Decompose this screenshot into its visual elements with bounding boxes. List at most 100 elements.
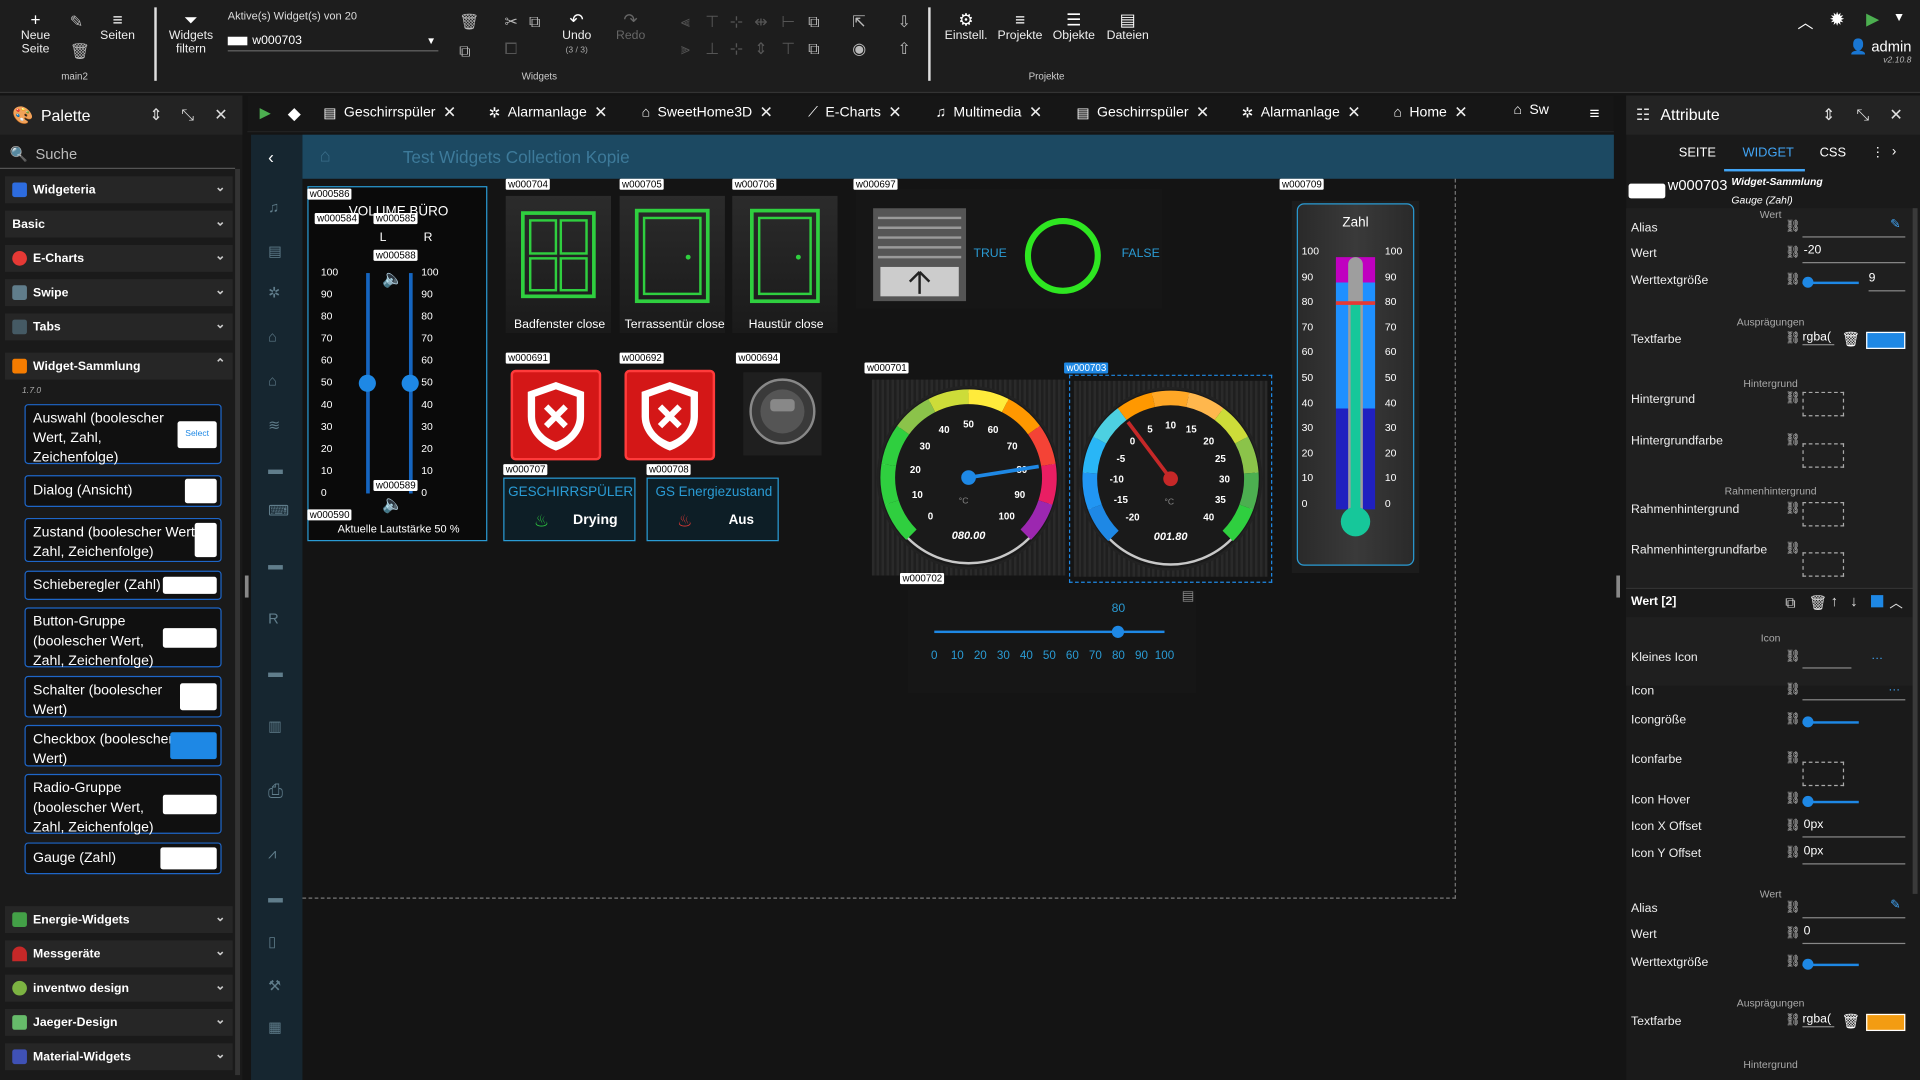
objects-button[interactable]: ☰ Objekte — [1051, 10, 1098, 43]
layers-icon[interactable]: ≋ — [268, 416, 280, 433]
layers-icon[interactable]: ◆ — [288, 103, 301, 124]
send-back-icon[interactable]: ⧉ — [808, 39, 819, 59]
link-icon[interactable]: ⛓ — [1785, 650, 1801, 663]
link-icon[interactable]: ⛓ — [1785, 246, 1801, 259]
align-left-icon[interactable]: ⫷ — [681, 12, 690, 32]
widget-id-badge-selected[interactable]: w000703 — [1064, 362, 1109, 374]
werttext-slider-handle[interactable] — [1802, 276, 1814, 288]
widget-id-badge[interactable]: w000705 — [619, 178, 665, 190]
printer-icon[interactable]: ⎙ — [268, 781, 283, 802]
widget-id-badge[interactable]: w000590 — [307, 509, 353, 521]
tab-alarmanlage-2[interactable]: ✲ Alarmanlage ✕ — [1242, 103, 1361, 123]
right-slider-handle[interactable] — [401, 374, 419, 392]
shutter-widget[interactable]: TRUE FALSE — [855, 188, 1163, 309]
textfarbe-input[interactable]: rgba( — [1802, 1013, 1835, 1028]
dishwasher-icon[interactable]: ▤ — [268, 242, 282, 259]
active-widget-select[interactable]: w000703 ▼ — [227, 32, 439, 52]
arrow-up-icon[interactable]: ↑ — [1831, 593, 1838, 610]
category-jaeger[interactable]: Jaeger-Design ⌄ — [4, 1008, 233, 1036]
align-bottom-icon[interactable]: ⊥ — [705, 39, 719, 59]
tab-geschirrspueler[interactable]: ▤ Geschirrspüler ✕ — [323, 103, 456, 123]
alias-input[interactable]: ✎ — [1802, 218, 1906, 238]
collapse-icon[interactable]: ⤡ — [1856, 105, 1869, 125]
vacuum-widget[interactable] — [743, 372, 822, 456]
edit-icon[interactable]: ✎ — [70, 12, 83, 32]
door-widget-terrassentuer[interactable] — [619, 195, 725, 334]
tab-css[interactable]: CSS — [1820, 146, 1846, 161]
pencil-icon[interactable]: ✎ — [1890, 218, 1900, 231]
copy-icon[interactable]: ⧉ — [1785, 594, 1796, 612]
files-button[interactable]: ▤ Dateien — [1104, 10, 1151, 43]
link-icon[interactable]: ⛓ — [1785, 683, 1801, 696]
palette-item-checkbox[interactable]: Checkbox (boolescher Wert) — [24, 724, 222, 767]
category-inventwo[interactable]: inventwo design ⌄ — [4, 974, 233, 1002]
tab-echarts[interactable]: ⟋ E-Charts ✕ — [808, 103, 901, 123]
palette-item-zustand[interactable]: Zustand (boolescher Wert, Zahl, Zeichenf… — [24, 517, 222, 563]
collapse-icon[interactable]: ⤡ — [181, 105, 194, 125]
door-widget-badfenster[interactable] — [505, 195, 612, 334]
gauge-widget-temperature[interactable]: 0102030405060708090100 080.00 °C — [871, 379, 1066, 576]
projects-button[interactable]: ≡ Projekte — [994, 10, 1045, 43]
widget-id-badge[interactable]: w000586 — [307, 188, 353, 200]
palette-scrollbar[interactable] — [235, 168, 241, 1076]
widget-id-badge[interactable]: w000692 — [619, 352, 665, 364]
alarm-icon[interactable]: ✲ — [268, 284, 280, 301]
close-icon[interactable]: ✕ — [1029, 103, 1042, 123]
hintergrundfarbe-input[interactable] — [1802, 443, 1845, 468]
widget-id-badge[interactable]: w000704 — [505, 178, 551, 190]
close-icon[interactable]: ✕ — [443, 103, 456, 123]
cut-icon[interactable]: ✂ — [504, 12, 517, 32]
bring-front-icon[interactable]: ⧉ — [808, 12, 819, 32]
music-icon[interactable]: ♫ — [268, 198, 279, 215]
category-messgeraete[interactable]: Messgeräte ⌄ — [4, 940, 233, 968]
paste-icon[interactable]: ⧉ — [529, 12, 540, 32]
chart-icon[interactable]: ⩘ — [268, 845, 276, 863]
gauge-widget-selected[interactable]: -20 -15 -10 -5 0 5 10 15 20 25 30 35 40 001.80 °C — [1068, 374, 1273, 583]
panel-resize-handle[interactable] — [1616, 575, 1621, 598]
werttext-slider-handle[interactable] — [1802, 958, 1814, 970]
minus-icon[interactable]: ▬ — [268, 460, 283, 477]
close-icon[interactable]: ✕ — [1454, 103, 1467, 123]
trash-icon[interactable]: 🗑 — [1809, 594, 1828, 611]
category-tabs[interactable]: Tabs ⌄ — [4, 313, 233, 341]
kleines-icon-input[interactable] — [1802, 649, 1852, 669]
left-slider-handle[interactable] — [358, 374, 376, 392]
icongroesse-slider-handle[interactable] — [1802, 716, 1814, 728]
close-icon[interactable]: ✕ — [214, 105, 227, 125]
align-center-icon[interactable]: ⊹ — [730, 12, 743, 32]
link-icon[interactable]: ⛓ — [1785, 792, 1801, 805]
palette-item-gauge[interactable]: Gauge (Zahl) — [24, 842, 222, 875]
link-icon[interactable]: ⛓ — [1785, 502, 1801, 515]
alias-input[interactable]: ✎ — [1802, 899, 1906, 919]
link-icon[interactable]: ⛓ — [1785, 846, 1801, 859]
color-swatch-orange[interactable] — [1866, 1013, 1906, 1032]
widget-id-badge[interactable]: w000589 — [373, 480, 419, 492]
keyboard-icon[interactable]: ⌨ — [268, 502, 289, 519]
minus-icon[interactable]: ▬ — [268, 556, 283, 573]
close-icon[interactable]: ✕ — [1889, 105, 1902, 125]
close-icon[interactable]: ✕ — [594, 103, 607, 123]
home-icon[interactable]: ⌂ — [320, 146, 331, 167]
rahmenhintergrundfarbe-input[interactable] — [1802, 552, 1845, 577]
theme-icon[interactable]: ✹ — [1829, 9, 1844, 31]
hintergrund-input[interactable] — [1802, 391, 1845, 417]
category-material[interactable]: Material-Widgets ⌄ — [4, 1043, 233, 1071]
tab-multimedia[interactable]: ♫ Multimedia ✕ — [936, 103, 1043, 123]
category-widgeteria[interactable]: Widgeteria ⌄ — [4, 176, 233, 204]
redo-button[interactable]: ↷ Redo — [612, 10, 649, 43]
palette-item-button-gruppe[interactable]: Button-Gruppe (boolescher Wert, Zahl, Ze… — [24, 607, 222, 669]
trash-icon[interactable]: ▥ — [268, 718, 282, 735]
pages-button[interactable]: ≡ Seiten — [98, 10, 137, 43]
icon-y-input[interactable]: 0px — [1802, 845, 1906, 865]
category-echarts[interactable]: E-Charts ⌄ — [4, 244, 233, 272]
grid-icon[interactable]: ▤ — [1182, 588, 1195, 604]
tab-sweethome3d[interactable]: ⌂ SweetHome3D ✕ — [642, 103, 773, 123]
slider-track[interactable] — [934, 630, 1165, 634]
minus-icon[interactable]: ▬ — [268, 664, 283, 681]
widget-id-badge[interactable]: w000691 — [505, 352, 551, 364]
widget-id-badge[interactable]: w000707 — [503, 464, 548, 476]
clone-icon[interactable]: ⧠ — [504, 39, 517, 59]
color-swatch-blue[interactable] — [1866, 331, 1906, 349]
close-icon[interactable]: ✕ — [760, 103, 773, 123]
delete-page-icon[interactable]: 🗑 — [70, 42, 90, 62]
